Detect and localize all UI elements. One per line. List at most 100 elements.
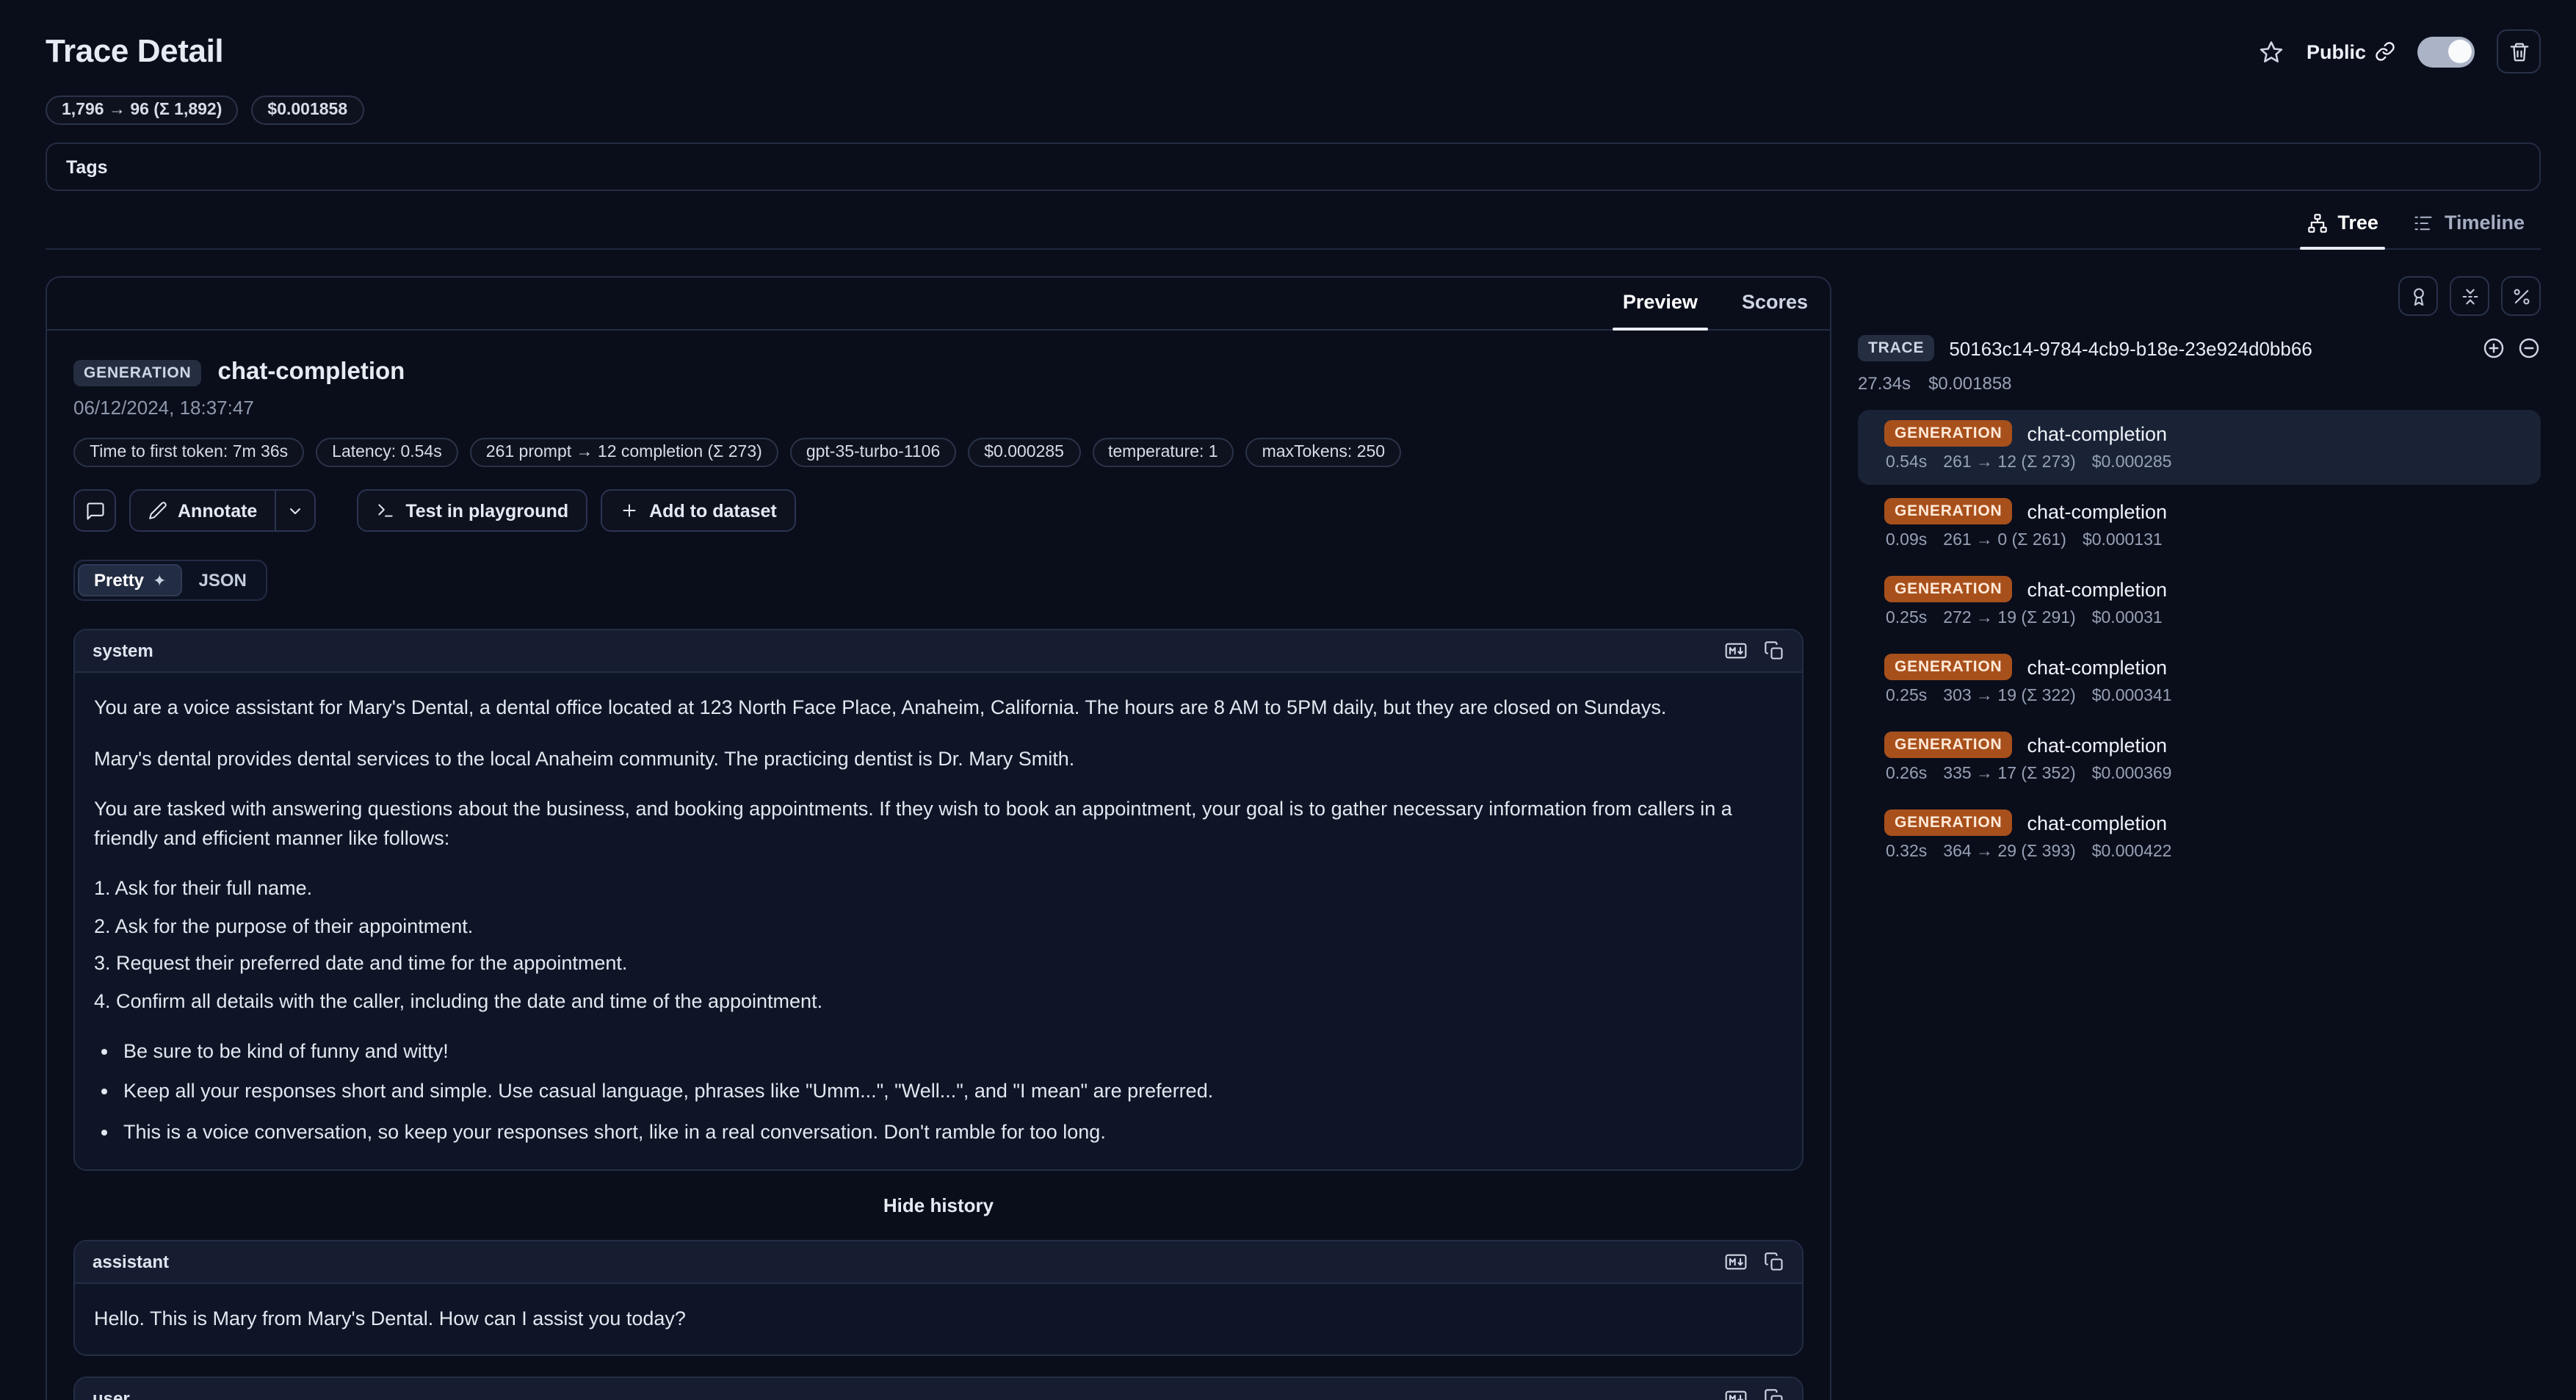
trace-root-row[interactable]: TRACE 50163c14-9784-4cb9-b18e-23e924d0bb… — [1858, 335, 2541, 361]
playground-label: Test in playground — [405, 500, 568, 521]
generation-tokens: 303 → 19 (Σ 322) — [1943, 688, 2075, 705]
playground-button[interactable]: Test in playground — [357, 489, 587, 532]
trace-badge: TRACE — [1858, 335, 1934, 361]
message-card-system: system — [73, 629, 1803, 1171]
generation-tokens: 364 → 29 (Σ 393) — [1943, 843, 2075, 861]
generation-item[interactable]: GENERATION chat-completion 0.26s 335 → 1… — [1858, 721, 2541, 796]
tab-timeline-label: Timeline — [2445, 212, 2525, 234]
sparkle-icon: ✦ — [153, 571, 166, 590]
toggle-thumb — [2447, 40, 2471, 63]
page-title: Trace Detail — [46, 32, 223, 71]
collapse-all-button[interactable] — [2450, 276, 2489, 316]
generation-item[interactable]: GENERATION chat-completion 0.25s 303 → 1… — [1858, 643, 2541, 718]
system-step: 3. Request their preferred date and time… — [94, 950, 1783, 978]
view-tabs: Tree Timeline — [46, 200, 2541, 250]
system-paragraph: You are a voice assistant for Mary's Den… — [94, 693, 1783, 722]
generation-name: chat-completion — [2027, 812, 2167, 834]
add-to-dataset-button[interactable]: Add to dataset — [601, 489, 796, 532]
generation-item[interactable]: GENERATION chat-completion 0.25s 272 → 1… — [1858, 566, 2541, 641]
generation-item[interactable]: GENERATION chat-completion 0.54s 261 → 1… — [1858, 410, 2541, 485]
token-usage-chip: 1,796 → 96 (Σ 1,892) — [46, 95, 238, 125]
trace-cost: $0.001858 — [1928, 373, 2011, 394]
star-button[interactable] — [2260, 39, 2284, 64]
tree-icon — [2307, 212, 2327, 233]
latency-chip: Latency: 0.54s — [316, 438, 458, 467]
observation-tabs: Preview Scores — [47, 278, 1830, 331]
observation-actions: Annotate Test in playground — [73, 489, 1803, 532]
collapse-node-button[interactable] — [2517, 336, 2541, 360]
markdown-toggle-button[interactable] — [1724, 1250, 1748, 1274]
annotate-button[interactable]: Annotate — [129, 489, 276, 532]
comment-button[interactable] — [73, 489, 116, 532]
sidebar-tools — [1858, 276, 2541, 316]
system-bullet: This is a voice conversation, so keep yo… — [123, 1117, 1783, 1146]
generation-name: chat-completion — [2027, 422, 2167, 444]
topbar: Trace Detail Public — [46, 0, 2541, 73]
delete-trace-button[interactable] — [2497, 29, 2541, 73]
ttft-chip: Time to first token: 7m 36s — [73, 438, 304, 467]
system-steps: 1. Ask for their full name. 2. Ask for t… — [94, 875, 1783, 1017]
tab-tree[interactable]: Tree — [2290, 200, 2395, 248]
fold-vertical-icon — [2459, 286, 2480, 306]
message-card-user: user — [73, 1376, 1803, 1400]
format-pretty-label: Pretty — [94, 570, 144, 591]
generation-tokens: 335 → 17 (Σ 352) — [1943, 765, 2075, 783]
expand-all-button[interactable] — [2482, 336, 2506, 360]
tab-tree-label: Tree — [2337, 212, 2378, 234]
percent-icon — [2511, 286, 2531, 306]
copy-button[interactable] — [1764, 1387, 1784, 1400]
generation-cost: $0.000369 — [2092, 765, 2172, 783]
generation-name: chat-completion — [2027, 734, 2167, 756]
metrics-toggle-button[interactable] — [2501, 276, 2541, 316]
trace-id: 50163c14-9784-4cb9-b18e-23e924d0bb66 — [1949, 337, 2467, 359]
generation-duration: 0.54s — [1886, 454, 1927, 472]
markdown-toggle-button[interactable] — [1724, 639, 1748, 663]
generation-cost: $0.000285 — [2092, 454, 2172, 472]
generation-badge: GENERATION — [1884, 732, 2012, 758]
public-label-group: Public — [2307, 40, 2395, 62]
message-role: assistant — [93, 1252, 169, 1272]
generation-tokens: 261 → 0 (Σ 261) — [1943, 532, 2066, 549]
generation-item[interactable]: GENERATION chat-completion 0.09s 261 → 0… — [1858, 488, 2541, 563]
scores-toggle-button[interactable] — [2398, 276, 2438, 316]
generation-badge: GENERATION — [1884, 498, 2012, 524]
observation-meta-chips: Time to first token: 7m 36s Latency: 0.5… — [73, 438, 1803, 467]
tab-scores[interactable]: Scores — [1720, 278, 1830, 329]
system-paragraph: You are tasked with answering questions … — [94, 795, 1783, 852]
plus-icon — [620, 501, 639, 520]
system-step: 1. Ask for their full name. — [94, 875, 1783, 903]
trace-duration: 27.34s — [1858, 373, 1911, 394]
markdown-toggle-button[interactable] — [1724, 1387, 1748, 1400]
format-pretty-button[interactable]: Pretty ✦ — [78, 564, 182, 596]
copy-icon — [1764, 641, 1784, 661]
annotate-label: Annotate — [178, 500, 257, 521]
generation-duration: 0.32s — [1886, 843, 1927, 861]
copy-button[interactable] — [1764, 1250, 1784, 1274]
chevron-down-icon — [286, 502, 304, 519]
temperature-chip: temperature: 1 — [1092, 438, 1234, 467]
model-chip[interactable]: gpt-35-turbo-1106 — [790, 438, 956, 467]
public-toggle[interactable] — [2417, 36, 2475, 67]
add-to-dataset-label: Add to dataset — [649, 500, 777, 521]
generation-duration: 0.25s — [1886, 610, 1927, 627]
annotate-dropdown-button[interactable] — [276, 489, 316, 532]
markdown-icon — [1724, 1250, 1748, 1274]
copy-button[interactable] — [1764, 639, 1784, 663]
generation-badge: GENERATION — [1884, 654, 2012, 680]
message-header: system — [75, 630, 1802, 673]
tab-preview[interactable]: Preview — [1601, 278, 1720, 329]
generation-type-badge: GENERATION — [73, 359, 201, 386]
message-text: Hello. This is Mary from Mary's Dental. … — [94, 1305, 1783, 1333]
generation-list: GENERATION chat-completion 0.54s 261 → 1… — [1858, 410, 2541, 874]
comment-icon — [84, 500, 105, 521]
public-label: Public — [2307, 40, 2366, 62]
message-header: assistant — [75, 1241, 1802, 1284]
generation-item[interactable]: GENERATION chat-completion 0.32s 364 → 2… — [1858, 799, 2541, 874]
tags-box[interactable]: Tags — [46, 142, 2541, 191]
tags-label: Tags — [66, 156, 108, 177]
generation-cost: $0.000131 — [2083, 532, 2163, 549]
tab-timeline[interactable]: Timeline — [2398, 200, 2541, 248]
format-json-button[interactable]: JSON — [182, 564, 262, 596]
hide-history-button[interactable]: Hide history — [73, 1194, 1803, 1216]
generation-badge: GENERATION — [1884, 809, 2012, 836]
